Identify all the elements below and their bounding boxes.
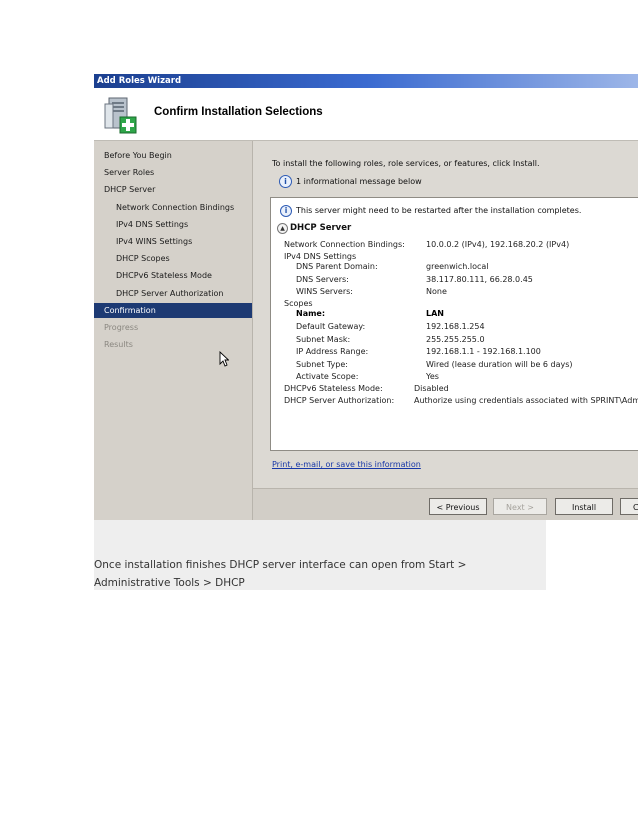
nav-item-dhcpv6-stateless-mode[interactable]: DHCPv6 Stateless Mode: [116, 268, 212, 283]
window-title-bar[interactable]: Add Roles Wizard: [94, 74, 638, 88]
detail-label: DHCP Server Authorization:: [284, 396, 395, 405]
detail-value: 255.255.255.0: [426, 335, 485, 344]
info-count-text: 1 informational message below: [296, 177, 422, 186]
caption-text: Once installation finishes DHCP server i…: [94, 559, 467, 589]
selections-panel: i This server might need to be restarted…: [270, 197, 638, 451]
section-title: DHCP Server: [290, 223, 352, 233]
detail-value: 10.0.0.2 (IPv4), 192.168.20.2 (IPv4): [426, 240, 570, 249]
intro-text: To install the following roles, role ser…: [272, 159, 540, 168]
detail-label: Subnet Type:: [296, 360, 348, 369]
restart-message: This server might need to be restarted a…: [296, 206, 582, 215]
collapse-chevron-icon[interactable]: ▲: [277, 223, 288, 234]
detail-label: Activate Scope:: [296, 372, 359, 381]
nav-item-dhcp-server[interactable]: DHCP Server: [104, 182, 155, 197]
server-add-icon: [104, 97, 137, 134]
detail-label: Default Gateway:: [296, 322, 366, 331]
page-heading: Confirm Installation Selections: [154, 106, 323, 118]
nav-item-before-you-begin[interactable]: Before You Begin: [104, 148, 172, 163]
detail-label: DHCPv6 Stateless Mode:: [284, 384, 383, 393]
button-bar: < Previous Next > Install C: [253, 488, 638, 520]
detail-label: Name:: [296, 309, 326, 318]
wizard-nav: Before You Begin Server Roles DHCP Serve…: [94, 141, 253, 520]
nav-item-network-connection-bindings[interactable]: Network Connection Bindings: [116, 200, 234, 215]
nav-item-progress: Progress: [104, 323, 139, 332]
wizard-header: Confirm Installation Selections: [94, 88, 638, 141]
nav-item-dhcp-scopes[interactable]: DHCP Scopes: [116, 251, 170, 266]
mouse-cursor-icon: [219, 351, 229, 367]
detail-label: WINS Servers:: [296, 287, 353, 296]
nav-item-dhcp-server-authorization[interactable]: DHCP Server Authorization: [116, 286, 224, 301]
detail-value: Authorize using credentials associated w…: [414, 396, 638, 405]
detail-value: Wired (lease duration will be 6 days): [426, 360, 573, 369]
info-icon: i: [279, 175, 292, 188]
detail-label: DNS Parent Domain:: [296, 262, 378, 271]
detail-value: Yes: [426, 372, 439, 381]
next-button: Next >: [493, 498, 547, 515]
detail-label: Network Connection Bindings:: [284, 240, 405, 249]
cancel-button[interactable]: C: [620, 498, 638, 515]
detail-value: 192.168.1.254: [426, 322, 485, 331]
nav-item-ipv4-dns-settings[interactable]: IPv4 DNS Settings: [116, 217, 188, 232]
detail-value: greenwich.local: [426, 262, 489, 271]
detail-label: Subnet Mask:: [296, 335, 351, 344]
nav-item-confirmation[interactable]: Confirmation: [104, 303, 156, 318]
detail-label: DNS Servers:: [296, 275, 349, 284]
print-email-save-link[interactable]: Print, e-mail, or save this information: [272, 460, 421, 469]
detail-value: None: [426, 287, 447, 296]
wizard-content: To install the following roles, role ser…: [253, 141, 638, 520]
info-icon: i: [280, 205, 292, 217]
detail-value: Disabled: [414, 384, 449, 393]
nav-item-server-roles[interactable]: Server Roles: [104, 165, 154, 180]
nav-item-results: Results: [104, 340, 133, 349]
install-button[interactable]: Install: [555, 498, 613, 515]
detail-label: IP Address Range:: [296, 347, 369, 356]
previous-button[interactable]: < Previous: [429, 498, 487, 515]
detail-value: LAN: [426, 309, 444, 318]
add-roles-wizard-window: Add Roles Wizard Confirm Installation Se…: [94, 74, 638, 520]
detail-value: 192.168.1.1 - 192.168.1.100: [426, 347, 541, 356]
nav-item-ipv4-wins-settings[interactable]: IPv4 WINS Settings: [116, 234, 192, 249]
detail-value: 38.117.80.111, 66.28.0.45: [426, 275, 533, 284]
